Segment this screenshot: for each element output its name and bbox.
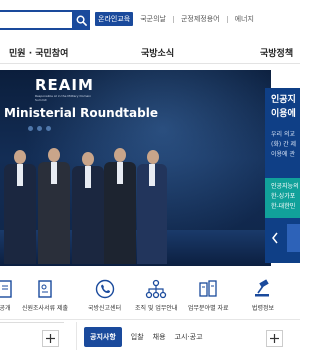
document-icon (0, 278, 16, 300)
data-book-icon (197, 278, 219, 300)
side-notice-title-line: 인공지 (271, 95, 296, 105)
gnb-item-defense-news[interactable]: 국방소식 (141, 46, 174, 59)
form-upload-icon (34, 278, 56, 300)
reaim-logo: REAIM (35, 76, 94, 94)
plus-icon (270, 334, 279, 343)
gavel-icon (252, 278, 274, 300)
quick-item-legal-info[interactable]: 법령정보 (252, 278, 274, 312)
quick-item-report-center[interactable]: 국방신고센터 (88, 278, 121, 312)
util-link-online-education[interactable]: 온라인교육 (95, 12, 134, 26)
tab-bids[interactable]: 입찰 (131, 332, 144, 342)
notice-board-tabs: 공지사항 입찰 채용 고시·공고 (84, 327, 203, 347)
banner-title: Ministerial Roundtable (4, 106, 158, 120)
side-notice-text-line: (화) 간 제 (271, 141, 297, 148)
quick-item-label: 업무분야별 자료 (188, 305, 229, 312)
divider (0, 322, 64, 323)
side-notice-text: 우리 의교 (화) 간 제 이용에 관 (271, 130, 296, 160)
notice-more-button[interactable] (266, 330, 283, 347)
quick-item-organization[interactable]: 조직 및 업무안내 (135, 278, 177, 312)
quick-item-label: 법령정보 (252, 305, 275, 312)
tab-announcements[interactable]: 고시·공고 (175, 332, 203, 342)
side-notice-highlight-line: 한-대한민 (271, 203, 296, 210)
quick-item-label: 국방신고센터 (88, 305, 122, 312)
global-navigation: 민원 · 국민참여 국방소식 국방정책 (0, 34, 300, 64)
search-input[interactable] (0, 10, 72, 30)
side-notice-text-line: 이용에 관 (271, 151, 295, 158)
search-button[interactable] (72, 10, 90, 30)
util-link-energy[interactable]: 에너지 (235, 12, 254, 26)
tab-recruitment[interactable]: 채용 (153, 332, 166, 342)
board-more-button[interactable] (42, 330, 59, 347)
quick-item-background-check[interactable]: 신원조사서류 제출 (22, 278, 68, 312)
search-icon (76, 15, 87, 26)
chevron-left-icon (272, 232, 278, 244)
banner-next-button[interactable] (287, 224, 300, 252)
tab-notices[interactable]: 공지사항 (84, 327, 122, 347)
side-notice-highlight-line: 한-싱가포 (271, 193, 296, 200)
quick-item-disclosure[interactable]: 공개 (0, 278, 16, 312)
quick-item-label: 신원조사서류 제출 (22, 305, 69, 312)
gnb-item-civil-complaints[interactable]: 민원 · 국민참여 (9, 46, 68, 59)
phone-report-icon (94, 278, 116, 300)
side-notice-highlight: 인공지능의 한-싱가포 한-대한민 (265, 178, 300, 218)
util-link-military-terms[interactable]: 군정제정용어 (181, 12, 220, 26)
reaim-logo-subtitle: Responsible AI in the Military Domain Su… (35, 94, 92, 102)
utility-links: 온라인교육 국군의날 군정제정용어 에너지 (95, 12, 254, 26)
side-notice-title: 인공지 이용에 (271, 93, 296, 121)
quick-item-label: 공개 (0, 305, 11, 312)
side-notice-title-line: 이용에 (271, 109, 296, 119)
top-utility-bar: 온라인교육 국군의날 군정제정용어 에너지 (0, 0, 300, 34)
main-visual-banner[interactable]: REAIM Responsible AI in the Military Dom… (0, 70, 271, 266)
quick-item-field-data[interactable]: 업무분야별 자료 (188, 278, 229, 312)
decorative-dots (28, 126, 51, 131)
util-link-armed-forces-day[interactable]: 국군의날 (140, 12, 166, 26)
org-chart-icon (145, 278, 167, 300)
quick-menu: 공개 신원조사서류 제출 국방신고센터 조직 및 업무안내 업무분야별 자료 법… (0, 274, 300, 320)
side-notice-text-line: 우리 의교 (271, 131, 295, 138)
divider (76, 322, 77, 350)
side-notice-highlight-text: 인공지능의 한-싱가포 한-대한민 (271, 182, 299, 212)
banner-prev-button[interactable] (265, 224, 285, 252)
plus-icon (46, 334, 55, 343)
quick-item-label: 조직 및 업무안내 (135, 305, 178, 312)
side-notice-highlight-line: 인공지능의 (271, 183, 299, 190)
gnb-item-defense-policy[interactable]: 국방정책 (260, 46, 293, 59)
